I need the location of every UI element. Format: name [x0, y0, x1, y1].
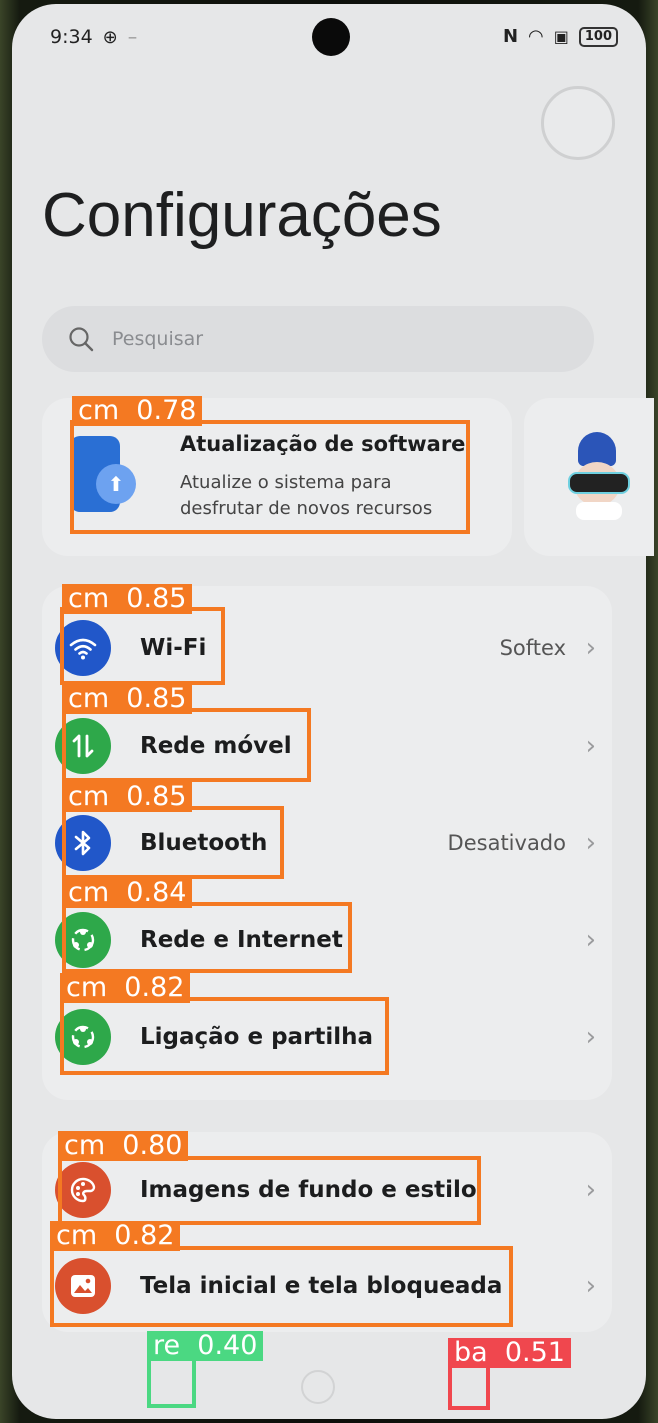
sync-icon: ⊕ — [102, 26, 118, 48]
detection-label: cm 0.84 — [62, 878, 193, 908]
detection-label: ba 0.51 — [448, 1338, 571, 1368]
detection-box — [70, 420, 470, 534]
status-bar-right: N ◠ ▣ 100 — [503, 26, 618, 47]
search-placeholder: Pesquisar — [112, 328, 204, 350]
dash-icon: – — [127, 26, 138, 48]
page-title: Configurações — [42, 181, 442, 250]
detection-label: re 0.40 — [147, 1331, 264, 1361]
detection-box — [62, 806, 284, 879]
detection-box — [58, 1156, 481, 1225]
status-time: 9:34 — [50, 26, 93, 48]
detection-box — [62, 902, 352, 973]
detection-box — [50, 1246, 513, 1327]
detection-label: cm 0.82 — [50, 1221, 181, 1251]
detection-label: cm 0.85 — [62, 782, 193, 812]
settings-item-value: Softex — [499, 636, 566, 660]
chevron-right-icon: › — [585, 731, 596, 761]
chevron-right-icon: › — [585, 633, 596, 663]
chevron-right-icon: › — [585, 925, 596, 955]
battery-icon: 100 — [578, 26, 618, 47]
front-camera — [312, 18, 350, 56]
home-nav-button[interactable] — [301, 1370, 335, 1404]
avatar — [566, 432, 630, 520]
search-input[interactable]: Pesquisar — [42, 306, 594, 372]
chevron-right-icon: › — [585, 1022, 596, 1052]
detection-label: cm 0.80 — [58, 1131, 189, 1161]
search-icon — [69, 327, 94, 352]
wifi-status-icon: ◠ — [528, 26, 544, 47]
detection-box — [448, 1363, 490, 1410]
chevron-right-icon: › — [585, 1271, 596, 1301]
signal-icon: ▣ — [553, 27, 569, 46]
chevron-right-icon: › — [585, 828, 596, 858]
floating-assistant-button[interactable] — [541, 86, 615, 160]
chevron-right-icon: › — [585, 1175, 596, 1205]
settings-item-value: Desativado — [447, 831, 566, 855]
nfc-icon: N — [502, 26, 519, 47]
detection-label: cm 0.85 — [62, 584, 193, 614]
detection-box — [60, 997, 389, 1075]
detection-label: cm 0.78 — [72, 396, 203, 426]
detection-label: cm 0.85 — [62, 684, 193, 714]
detection-box — [147, 1356, 196, 1408]
status-bar-left: 9:34 ⊕ – — [50, 26, 137, 48]
detection-label: cm 0.82 — [60, 973, 191, 1003]
detection-box — [62, 708, 311, 782]
detection-box — [60, 607, 225, 685]
